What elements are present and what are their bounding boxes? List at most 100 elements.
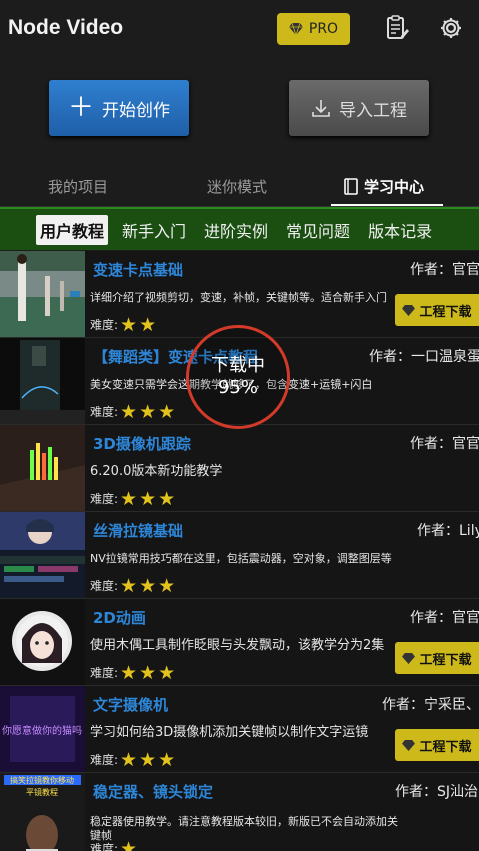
- tab-my-projects[interactable]: 我的项目: [48, 176, 108, 197]
- star-icon: ★: [158, 574, 176, 597]
- diamond-icon: [402, 739, 416, 751]
- tutorial-title[interactable]: 丝滑拉镜基础: [93, 520, 183, 541]
- active-tab-indicator: [331, 204, 443, 206]
- pro-label: PRO: [308, 21, 339, 37]
- star-icon: ★: [139, 487, 157, 510]
- tutorial-description: NV拉镜常用技巧都在这里，包括震动器，空对象，调整图层等: [90, 552, 392, 565]
- start-creating-button[interactable]: ＋ 开始创作: [49, 80, 189, 136]
- loading-text: 下载中: [211, 355, 265, 376]
- tutorial-description: 学习如何给3D摄像机添加关键帧以制作文字运镜: [90, 725, 369, 740]
- tutorial-thumbnail: [0, 599, 85, 685]
- star-icon: ★: [139, 748, 157, 771]
- import-project-label: 导入工程: [339, 100, 407, 121]
- diamond-icon: [402, 304, 416, 316]
- star-icon: ★: [139, 313, 157, 336]
- download-label: 工程下载: [419, 652, 472, 668]
- tab-mini-mode[interactable]: 迷你模式: [207, 176, 267, 197]
- download-progress-indicator: 下载中 95%: [186, 325, 290, 429]
- tutorial-title[interactable]: 3D摄像机跟踪: [93, 433, 191, 454]
- start-creating-label: 开始创作: [102, 100, 170, 121]
- clipboard-edit-icon[interactable]: [385, 14, 409, 42]
- pro-button[interactable]: PRO: [277, 13, 350, 45]
- star-icon: ★: [158, 487, 176, 510]
- difficulty: 难度: ★ ★ ★: [90, 487, 176, 510]
- tutorial-author: 作者：官官: [410, 262, 479, 278]
- download-label: 工程下载: [419, 739, 472, 755]
- star-icon: ★: [139, 574, 157, 597]
- tutorial-title[interactable]: 文字摄像机: [93, 694, 168, 715]
- tutorial-row[interactable]: 搞笑拉镜教你移动 平镜教程 稳定器、镜头锁定 作者：SJ汕治 稳定器使用教学。请注…: [0, 773, 479, 851]
- star-icon: ★: [139, 400, 157, 423]
- action-bar: ＋ 开始创作 导入工程: [0, 58, 479, 168]
- tutorial-thumbnail: [0, 512, 85, 598]
- star-icon: ★: [120, 400, 138, 423]
- difficulty-label: 难度:: [90, 405, 119, 419]
- tutorial-row[interactable]: 你愿意做你的猫吗 文字摄像机 作者：宁采臣、 学习如何给3D摄像机添加关键帧以制…: [0, 686, 479, 773]
- diamond-icon: [402, 652, 416, 664]
- tutorial-title[interactable]: 稳定器、镜头锁定: [93, 781, 213, 802]
- tutorial-author: 作者：官官: [410, 436, 479, 452]
- import-project-button[interactable]: 导入工程: [289, 80, 429, 136]
- thumbnail-text: 平镜教程: [26, 787, 58, 797]
- difficulty-label: 难度:: [90, 579, 119, 593]
- book-icon: [344, 178, 358, 195]
- subtab-changelog[interactable]: 版本记录: [364, 215, 436, 245]
- difficulty-label: 难度:: [90, 318, 119, 332]
- project-download-button[interactable]: 工程下载: [395, 294, 479, 326]
- tab-learning-center-label: 学习中心: [364, 178, 425, 196]
- difficulty-label: 难度:: [90, 666, 119, 680]
- subtab-user-tutorials[interactable]: 用户教程: [36, 214, 109, 245]
- project-download-button[interactable]: 工程下载: [395, 642, 479, 674]
- thumbnail-text: 搞笑拉镜教你移动: [10, 775, 74, 785]
- tutorial-author: 作者：宁采臣、: [382, 697, 479, 713]
- tutorial-thumbnail: [0, 338, 85, 424]
- app-title: Node Video: [8, 16, 124, 39]
- plus-icon: ＋: [67, 93, 94, 123]
- subtab-advanced[interactable]: 进阶实例: [200, 215, 272, 245]
- tutorial-thumbnail: 搞笑拉镜教你移动 平镜教程: [0, 773, 85, 851]
- tutorial-row[interactable]: 2D动画 作者：官官 使用木偶工具制作眨眼与头发飘动，该教学分为2集 难度: ★ ★…: [0, 599, 479, 686]
- sub-tabs: 用户教程 新手入门 进阶实例 常见问题 版本记录: [0, 207, 479, 250]
- thumbnail-text: 你愿意做你的猫吗: [2, 724, 82, 737]
- tutorial-thumbnail: 你愿意做你的猫吗: [0, 686, 85, 772]
- tutorial-title[interactable]: 变速卡点基础: [93, 259, 183, 280]
- tutorial-row[interactable]: 丝滑拉镜基础 作者：Lily NV拉镜常用技巧都在这里，包括震动器，空对象，调整…: [0, 512, 479, 599]
- tutorial-description: 详细介绍了视频剪切，变速，补帧，关键帧等。适合新手入门: [90, 291, 387, 304]
- tutorial-description: 稳定器使用教学。请注意教程版本较旧，新版已不会自动添加关: [90, 815, 398, 828]
- tutorial-thumbnail: [0, 251, 85, 337]
- difficulty: 难度: ★ ★ ★: [90, 748, 176, 771]
- difficulty: 难度: ★ ★: [90, 313, 157, 336]
- star-icon: ★: [120, 837, 138, 851]
- difficulty: 难度: ★: [90, 837, 138, 851]
- difficulty-label: 难度:: [90, 492, 119, 506]
- download-label: 工程下载: [419, 304, 472, 320]
- tutorial-row[interactable]: 3D摄像机跟踪 作者：官官 6.20.0版本新功能教学 难度: ★ ★ ★: [0, 425, 479, 512]
- tutorial-author: 作者：SJ汕治: [395, 784, 479, 800]
- app-header: Node Video PRO: [0, 0, 479, 58]
- import-icon: [312, 100, 330, 117]
- project-download-button[interactable]: 工程下载: [395, 729, 479, 761]
- gear-icon[interactable]: [439, 14, 463, 42]
- tab-learning-center[interactable]: 学习中心: [344, 176, 424, 197]
- star-icon: ★: [120, 487, 138, 510]
- star-icon: ★: [120, 748, 138, 771]
- star-icon: ★: [139, 661, 157, 684]
- star-icon: ★: [120, 313, 138, 336]
- star-icon: ★: [158, 661, 176, 684]
- star-icon: ★: [120, 661, 138, 684]
- difficulty: 难度: ★ ★ ★: [90, 574, 176, 597]
- difficulty: 难度: ★ ★ ★: [90, 400, 176, 423]
- tutorial-title[interactable]: 2D动画: [93, 607, 146, 628]
- difficulty-label: 难度:: [90, 753, 119, 767]
- star-icon: ★: [120, 574, 138, 597]
- subtab-beginner[interactable]: 新手入门: [118, 215, 190, 245]
- tutorial-author: 作者：Lily: [417, 523, 479, 539]
- loading-percent: 95%: [217, 377, 258, 398]
- star-icon: ★: [158, 400, 176, 423]
- subtab-faq[interactable]: 常见问题: [282, 215, 354, 245]
- star-icon: ★: [158, 748, 176, 771]
- tutorial-description: 6.20.0版本新功能教学: [90, 464, 223, 479]
- tutorial-thumbnail: [0, 425, 85, 511]
- tutorial-description: 使用木偶工具制作眨眼与头发飘动，该教学分为2集: [90, 638, 385, 653]
- diamond-icon: [288, 23, 303, 35]
